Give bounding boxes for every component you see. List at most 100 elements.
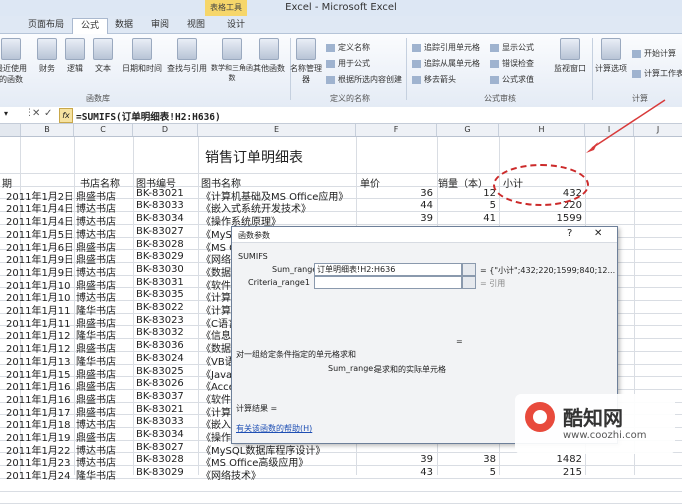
recent-functions-button[interactable]: 最近使用的函数: [0, 38, 28, 85]
criteria-range-input[interactable]: [314, 276, 462, 289]
code-cell[interactable]: BK-83035: [136, 289, 196, 300]
lookup-button[interactable]: 查找与引用: [164, 38, 210, 74]
code-cell[interactable]: BK-83026: [136, 378, 196, 389]
column-E[interactable]: E: [198, 124, 356, 136]
remove-arrows-button[interactable]: 移去箭头: [412, 74, 456, 85]
criteria-range-result: = 引用: [480, 279, 506, 288]
code-cell[interactable]: BK-83036: [136, 340, 196, 351]
code-cell[interactable]: BK-83030: [136, 264, 196, 275]
create-from-selection-button[interactable]: 根据所选内容创建: [326, 74, 402, 85]
price-cell[interactable]: 43: [357, 467, 433, 478]
lookup-icon: [177, 38, 197, 60]
function-name: SUMIFS: [238, 252, 268, 261]
calc-options-button[interactable]: 计算选项: [594, 38, 628, 74]
price-cell[interactable]: 39: [357, 213, 433, 224]
name-manager-icon: [296, 38, 316, 60]
column-H[interactable]: H: [499, 124, 585, 136]
tab-data[interactable]: 数据: [110, 18, 138, 33]
use-in-formula-button[interactable]: 用于公式: [326, 58, 370, 69]
code-cell[interactable]: BK-83028: [136, 239, 196, 250]
code-cell[interactable]: BK-83032: [136, 327, 196, 338]
tab-design[interactable]: 设计: [222, 18, 250, 33]
calc-now-button[interactable]: 开始计算: [632, 48, 676, 59]
cancel-icon[interactable]: ✕: [32, 108, 40, 119]
show-formulas-icon: [490, 43, 499, 52]
more-functions-button[interactable]: 其他函数: [250, 38, 288, 74]
subtotal-cell[interactable]: 1482: [500, 454, 582, 465]
code-cell[interactable]: BK-83031: [136, 277, 196, 288]
sum-range-input[interactable]: 订单明细表!H2:H636: [314, 263, 462, 276]
qty-cell[interactable]: 5: [438, 200, 496, 211]
text-button[interactable]: 文本: [86, 38, 120, 74]
trace-dependents-button[interactable]: 追踪从属单元格: [412, 58, 480, 69]
code-cell[interactable]: BK-83034: [136, 429, 196, 440]
select-all[interactable]: [0, 124, 21, 136]
grid-line: [133, 137, 134, 475]
sum-range-result: = {"小计";432;220;1599;840;12...: [480, 266, 616, 275]
code-cell[interactable]: BK-83025: [136, 366, 196, 377]
qty-cell[interactable]: 12: [438, 188, 496, 199]
tab-review[interactable]: 审阅: [146, 18, 174, 33]
insert-function-button[interactable]: fx: [59, 108, 73, 123]
column-G[interactable]: G: [437, 124, 499, 136]
qty-cell[interactable]: 38: [438, 454, 496, 465]
tab-page-layout[interactable]: 页面布局: [24, 18, 68, 33]
code-cell[interactable]: BK-83021: [136, 404, 196, 415]
column-C[interactable]: C: [74, 124, 133, 136]
column-F[interactable]: F: [356, 124, 437, 136]
collapse-dialog-button[interactable]: [462, 276, 476, 289]
tab-view[interactable]: 视图: [182, 18, 210, 33]
group-label-function-library: 函数库: [86, 94, 110, 103]
code-cell[interactable]: BK-83033: [136, 200, 196, 211]
watch-window-button[interactable]: 监视窗口: [550, 38, 590, 74]
qty-cell[interactable]: 5: [438, 467, 496, 478]
evaluate-formula-button[interactable]: 公式求值: [490, 74, 534, 85]
price-cell[interactable]: 44: [357, 200, 433, 211]
enter-icon[interactable]: ✓: [44, 108, 52, 119]
formula-icon: [326, 59, 335, 68]
subtotal-cell[interactable]: 1599: [500, 213, 582, 224]
close-icon[interactable]: ✕: [594, 228, 602, 239]
error-checking-button[interactable]: 错误检查: [490, 58, 534, 69]
code-cell[interactable]: BK-83027: [136, 226, 196, 237]
coozhi-logo-icon: [525, 402, 555, 432]
trace-precedents-button[interactable]: 追踪引用单元格: [412, 42, 480, 53]
grid-line: [74, 137, 75, 475]
namebox-dropdown-icon[interactable]: ▾: [4, 109, 8, 118]
math-trig-button[interactable]: 数学和三角函数: [210, 38, 254, 83]
grid-line: [0, 490, 682, 492]
tab-formulas[interactable]: 公式: [72, 18, 108, 34]
column-D[interactable]: D: [133, 124, 198, 136]
code-cell[interactable]: BK-83037: [136, 391, 196, 402]
price-cell[interactable]: 36: [357, 188, 433, 199]
column-B[interactable]: B: [21, 124, 74, 136]
code-cell[interactable]: BK-83022: [136, 302, 196, 313]
collapse-dialog-button[interactable]: [462, 263, 476, 276]
code-cell[interactable]: BK-83023: [136, 315, 196, 326]
show-formulas-button[interactable]: 显示公式: [490, 42, 534, 53]
code-cell[interactable]: BK-83033: [136, 416, 196, 427]
code-cell[interactable]: BK-83024: [136, 353, 196, 364]
code-cell[interactable]: BK-83028: [136, 454, 196, 465]
define-name-button[interactable]: 定义名称: [326, 42, 370, 53]
calc-sheet-button[interactable]: 计算工作表: [632, 68, 682, 79]
name-manager-button[interactable]: 名称管理器: [290, 38, 322, 85]
financial-icon: [37, 38, 57, 60]
watermark-url: www.coozhi.com: [563, 430, 647, 441]
group-label-formula-auditing: 公式审核: [484, 94, 516, 103]
date-time-button[interactable]: 日期和时间: [118, 38, 166, 74]
subtotal-cell[interactable]: 215: [500, 467, 582, 478]
price-cell[interactable]: 39: [357, 454, 433, 465]
qty-cell[interactable]: 41: [438, 213, 496, 224]
help-link[interactable]: 有关该函数的帮助(H): [236, 423, 312, 434]
formula-input[interactable]: =SUMIFS(订单明细表!H2:H636): [76, 109, 221, 123]
divider: [406, 38, 407, 100]
code-cell[interactable]: BK-83029: [136, 251, 196, 262]
calc-sheet-icon: [632, 69, 641, 78]
help-icon[interactable]: ?: [567, 228, 572, 239]
code-cell[interactable]: BK-83027: [136, 442, 196, 453]
code-cell[interactable]: BK-83029: [136, 467, 196, 478]
code-cell[interactable]: BK-83034: [136, 213, 196, 224]
dialog-title: 函数参数: [238, 231, 270, 240]
code-cell[interactable]: BK-83021: [136, 188, 196, 199]
